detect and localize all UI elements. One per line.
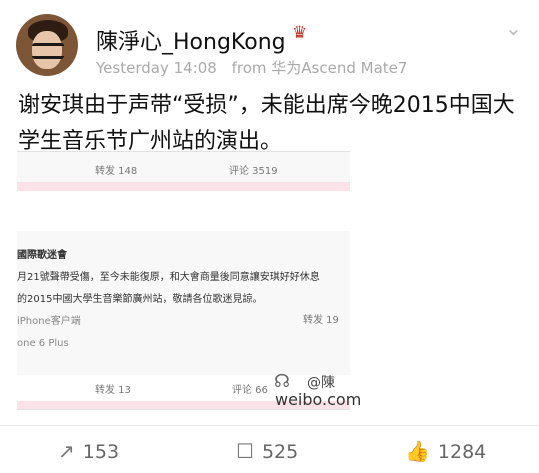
repost-count: 153 bbox=[82, 441, 120, 463]
heart-crown-icon: ♛ bbox=[292, 23, 308, 43]
embedded-right-repost: 转发 19 bbox=[303, 315, 339, 326]
post-text: 谢安琪由于声带“受损”，未能出席今晚2015中国大学生音乐节广州站的演出。 bbox=[18, 93, 515, 154]
embedded-mid-stats: 转发 19 bbox=[17, 311, 350, 328]
post-actions-bar: ↗ 153 ☐ 525 👍 1284 bbox=[0, 425, 539, 473]
weibo-icon: ☊ bbox=[274, 371, 290, 392]
embedded-line-1: 月21號聲帶受傷，至今未能復原，和大會商量後同意讓安琪好好休息 bbox=[17, 272, 320, 283]
like-button[interactable]: 👍 1284 bbox=[405, 439, 486, 463]
repost-button[interactable]: ↗ 153 bbox=[58, 439, 119, 463]
chevron-down-icon[interactable]: ⌄ bbox=[505, 16, 523, 40]
post-meta: Yesterday 14:08 from 华为Ascend Mate7 bbox=[96, 57, 407, 78]
avatar-glasses bbox=[32, 43, 64, 59]
embedded-comment-count: 评论 3519 bbox=[229, 166, 278, 177]
like-count: 1284 bbox=[437, 441, 487, 463]
white-gap bbox=[17, 191, 350, 231]
embedded-top-stats: 转发 148 评论 3519 bbox=[17, 162, 350, 179]
embedded-line-2: 的2015中國大學生音樂節廣州站，敬請各位歌迷見諒。 bbox=[17, 294, 263, 305]
embedded-repost-count: 转发 148 bbox=[95, 166, 138, 177]
pink-separator bbox=[17, 182, 350, 191]
post-source: from 华为Ascend Mate7 bbox=[231, 59, 408, 77]
avatar[interactable] bbox=[16, 14, 78, 76]
embedded-client-2: one 6 Plus bbox=[17, 338, 69, 349]
comment-button[interactable]: ☐ 525 bbox=[236, 439, 298, 463]
watermark-url: weibo.com bbox=[275, 390, 362, 409]
embedded-bottom-repost: 转发 13 bbox=[95, 385, 131, 396]
watermark-user: @陳 bbox=[307, 375, 335, 391]
embedded-bottom-comment: 评论 66 bbox=[232, 385, 268, 396]
comment-icon: ☐ bbox=[236, 439, 254, 463]
embedded-title: 國際歌迷會 bbox=[17, 250, 67, 261]
username[interactable]: 陳淨心_HongKong bbox=[96, 24, 286, 56]
repost-icon: ↗ bbox=[58, 439, 75, 463]
post-time: Yesterday 14:08 bbox=[96, 59, 217, 77]
embedded-post-content: 國際歌迷會 月21號聲帶受傷，至今未能復原，和大會商量後同意讓安琪好好休息 的2… bbox=[17, 245, 350, 355]
weibo-watermark: ☊ @陳 weibo.com bbox=[274, 371, 364, 411]
comment-count: 525 bbox=[261, 441, 299, 463]
thumbs-up-icon: 👍 bbox=[405, 439, 430, 463]
